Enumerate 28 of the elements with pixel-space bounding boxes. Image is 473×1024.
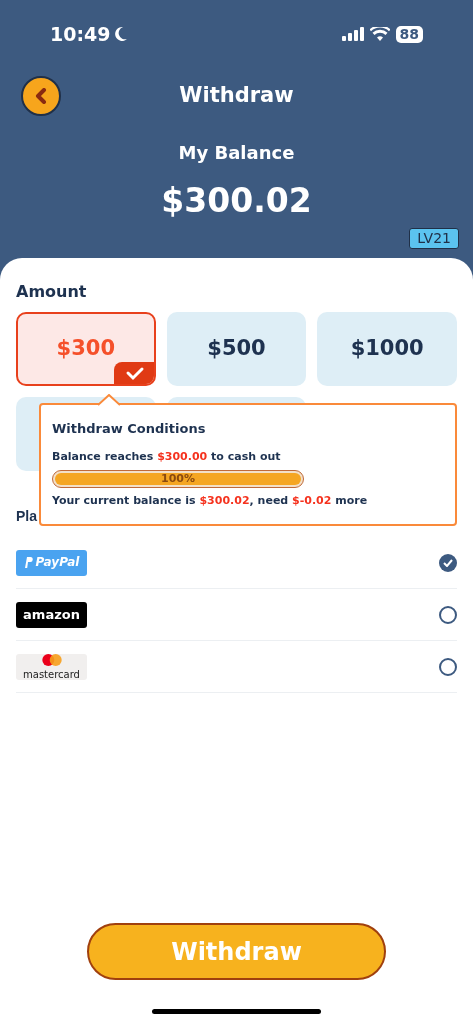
brand-name: PayPal <box>35 557 80 568</box>
signal-icon <box>341 27 364 42</box>
moon-icon <box>114 26 129 43</box>
paypal-p-icon <box>23 557 33 568</box>
radio-button[interactable] <box>439 657 457 676</box>
section-title: Pla <box>16 507 37 526</box>
page-title: Withdraw <box>178 82 295 109</box>
radio-button[interactable] <box>439 553 457 572</box>
popup-title: Withdraw Conditions <box>52 420 207 438</box>
level-badge: LV21 <box>409 228 459 249</box>
overlapping-circles-icon <box>39 653 64 666</box>
progress-label: 100% <box>160 471 196 487</box>
section-title: Amount <box>16 281 88 303</box>
battery-icon: 88 <box>395 25 423 43</box>
balance-label: My Balance <box>177 141 296 165</box>
check-icon <box>443 558 453 567</box>
status-time: 10:49 <box>50 22 111 47</box>
back-button[interactable] <box>21 76 61 116</box>
brand-name: amazon <box>23 609 80 620</box>
balance-amount: $300.02 <box>160 180 313 222</box>
radio-button[interactable] <box>439 605 457 624</box>
amount-option[interactable]: $1000 <box>317 312 457 386</box>
balance-status-text: Your current balance is $300.02, need $-0.02 more <box>52 493 369 509</box>
amount-option[interactable]: $500 <box>166 312 307 386</box>
check-icon <box>113 362 154 384</box>
requirement-text: Balance reaches $300.00 to cash out <box>52 448 282 465</box>
brand-name: mastercard <box>23 668 80 680</box>
wifi-icon <box>369 27 390 42</box>
